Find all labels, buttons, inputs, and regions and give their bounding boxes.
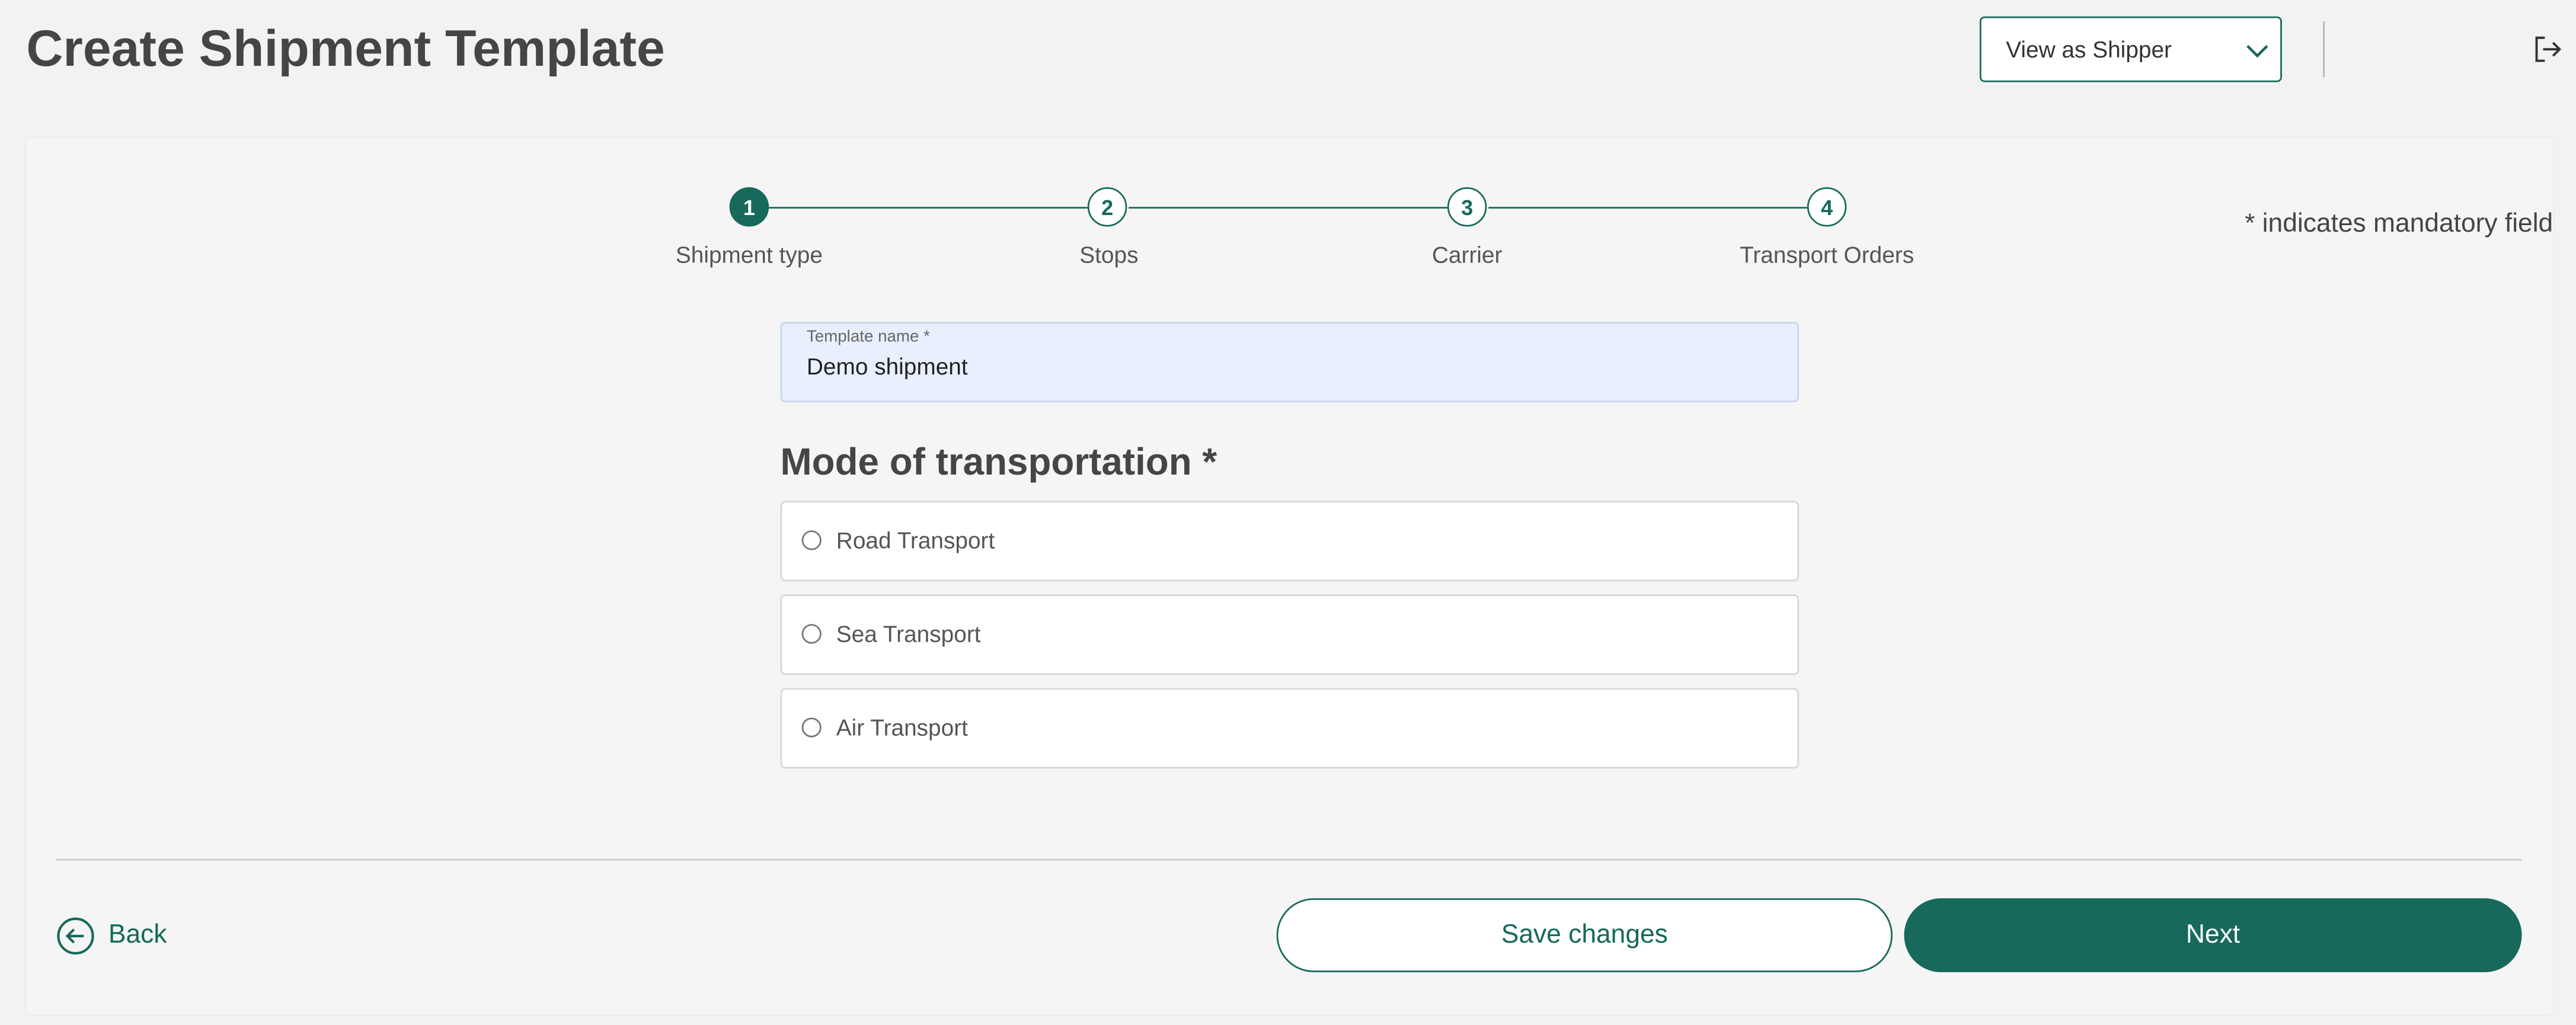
- page-title: Create Shipment Template: [26, 20, 665, 78]
- step-4-indicator[interactable]: 4: [1807, 187, 1847, 227]
- mode-option-label: Sea Transport: [836, 620, 981, 648]
- mode-option-sea[interactable]: Sea Transport: [780, 594, 1800, 675]
- back-label: Back: [108, 921, 167, 950]
- mode-of-transportation-heading: Mode of transportation *: [780, 440, 1217, 483]
- step-3-label: Carrier: [1431, 241, 1503, 268]
- stepper-connector: [769, 207, 1088, 209]
- next-button[interactable]: Next: [1904, 898, 2522, 972]
- mode-option-road[interactable]: Road Transport: [780, 501, 1800, 582]
- chevron-down-icon: [2246, 45, 2268, 58]
- template-name-input[interactable]: [806, 353, 1760, 380]
- back-button[interactable]: Back: [56, 915, 167, 957]
- step-2-label: Stops: [1079, 241, 1139, 268]
- footer-divider: [56, 859, 2522, 861]
- logout-icon[interactable]: [2530, 33, 2562, 65]
- app-root: Create Shipment Template View as Shipper…: [0, 0, 2576, 1025]
- stepper-connector: [1129, 207, 1447, 209]
- mode-option-label: Air Transport: [836, 714, 968, 741]
- step-4-label: Transport Orders: [1740, 241, 1915, 268]
- stepper-connector: [1488, 207, 1807, 209]
- mode-option-air[interactable]: Air Transport: [780, 688, 1800, 769]
- template-name-label: Template name *: [806, 328, 930, 347]
- mode-option-label: Road Transport: [836, 527, 995, 554]
- step-1-indicator[interactable]: 1: [729, 187, 769, 227]
- template-name-field[interactable]: Template name *: [780, 322, 1800, 403]
- mandatory-field-note: * indicates mandatory field: [2245, 210, 2553, 238]
- view-as-select[interactable]: View as Shipper: [1979, 16, 2282, 82]
- view-as-select-value: View as Shipper: [2006, 36, 2172, 63]
- arrow-left-circle-icon: [57, 917, 94, 955]
- step-3-indicator[interactable]: 3: [1447, 187, 1487, 227]
- radio-button[interactable]: [801, 624, 822, 644]
- radio-button[interactable]: [801, 530, 822, 550]
- step-1-label: Shipment type: [675, 241, 823, 268]
- header-divider: [2323, 21, 2325, 78]
- save-changes-button[interactable]: Save changes: [1276, 898, 1893, 972]
- step-2-indicator[interactable]: 2: [1087, 187, 1127, 227]
- radio-button[interactable]: [801, 718, 822, 738]
